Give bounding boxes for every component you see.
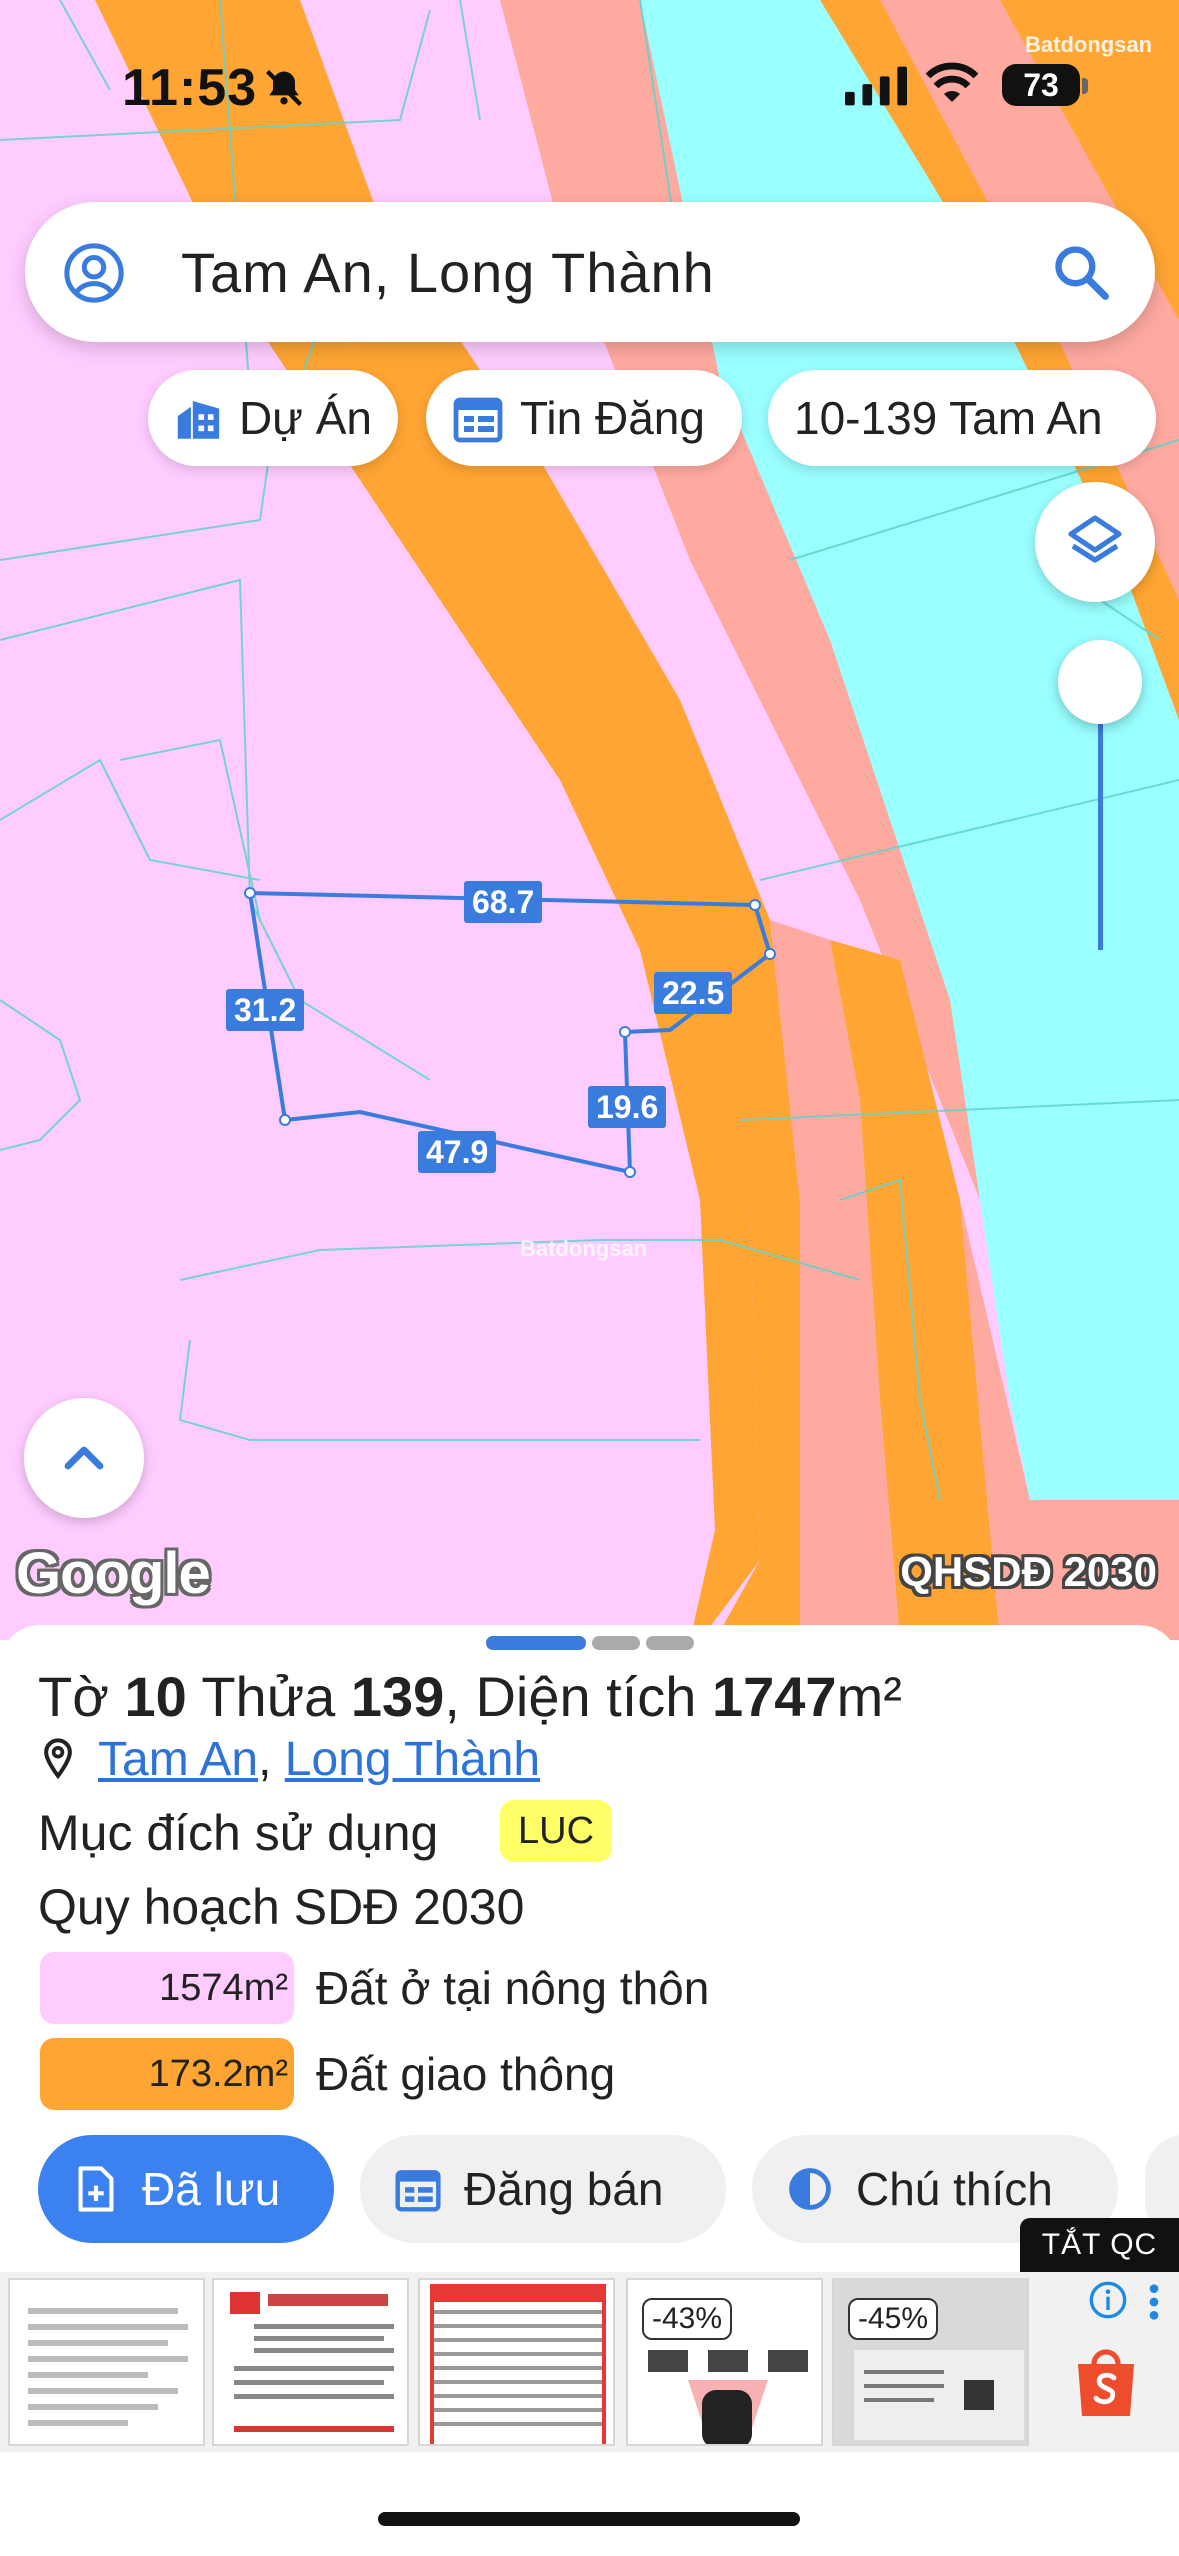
plan-title: Quy hoạch SDĐ 2030 bbox=[38, 1879, 525, 1935]
pager-dot[interactable] bbox=[592, 1636, 640, 1650]
map-view[interactable]: 68.7 22.5 31.2 19.6 47.9 Batdongsan 11:5… bbox=[0, 0, 1179, 1640]
post-label: Đăng bán bbox=[464, 2163, 664, 2215]
purpose-label: Mục đích sử dụng bbox=[38, 1805, 439, 1861]
edge-length-label: 68.7 bbox=[464, 881, 543, 923]
location-separator: , bbox=[258, 1733, 272, 1786]
saved-label: Đã lưu bbox=[142, 2163, 281, 2215]
chip-projects[interactable]: Dự Án bbox=[148, 370, 398, 466]
contrast-icon bbox=[789, 2168, 831, 2210]
land-use-area: 173.2m² bbox=[40, 2038, 294, 2110]
cell-signal-icon bbox=[845, 66, 907, 106]
battery-cap bbox=[1082, 78, 1088, 94]
discount-badge: -43% bbox=[642, 2298, 733, 2340]
area-prefix: , Diện tích bbox=[444, 1665, 697, 1728]
building-icon bbox=[177, 401, 220, 439]
chip-label: 10-139 Tam An bbox=[794, 392, 1103, 444]
ad-image bbox=[230, 2292, 394, 2432]
layers-button[interactable] bbox=[1035, 482, 1155, 602]
ad-image bbox=[28, 2308, 188, 2426]
land-use-area: 1574m² bbox=[40, 1952, 294, 2024]
pager-dot-active[interactable] bbox=[486, 1636, 586, 1650]
land-use-name: Đất ở tại nông thôn bbox=[316, 1962, 710, 2014]
land-use-name: Đất giao thông bbox=[316, 2048, 616, 2100]
wifi-icon bbox=[925, 62, 979, 102]
purpose-code-badge: LUC bbox=[500, 1800, 613, 1862]
home-indicator[interactable] bbox=[378, 2512, 800, 2526]
calendar-list-icon bbox=[395, 2170, 441, 2212]
hide-ads-button[interactable]: TẮT QC bbox=[1020, 2218, 1179, 2272]
discount-badge: -45% bbox=[848, 2298, 939, 2340]
parcel-location: Tam An, Long Thành bbox=[38, 1732, 540, 1787]
layers-icon bbox=[1068, 515, 1122, 563]
ad-menu-icon[interactable] bbox=[1144, 2282, 1164, 2322]
search-bar[interactable]: Tam An, Long Thành bbox=[25, 202, 1155, 342]
status-bar: 11:53 73 Batdongsan bbox=[0, 0, 1179, 170]
sheet-prefix: Tờ bbox=[38, 1665, 109, 1728]
calendar-list-icon bbox=[453, 397, 503, 443]
search-input[interactable]: Tam An, Long Thành bbox=[181, 240, 715, 305]
edge-length-label: 19.6 bbox=[588, 1086, 667, 1128]
watermark: Batdongsan bbox=[1025, 32, 1153, 57]
ad-card[interactable] bbox=[8, 2278, 205, 2446]
map-watermark: Batdongsan bbox=[520, 1236, 648, 1261]
edge-length-label: 22.5 bbox=[654, 972, 733, 1014]
ad-banner[interactable]: -43% -45% bbox=[0, 2272, 1179, 2452]
battery-level: 73 bbox=[1002, 64, 1080, 106]
chip-listings[interactable]: Tin Đăng bbox=[426, 370, 742, 466]
expand-up-button[interactable] bbox=[24, 1398, 144, 1518]
ad-image bbox=[430, 2284, 606, 2444]
sheet-pager[interactable] bbox=[0, 1636, 1179, 1650]
plot-prefix: Thửa bbox=[201, 1665, 336, 1728]
document-add-icon bbox=[78, 2166, 114, 2212]
plot-number: 139 bbox=[350, 1665, 445, 1728]
saved-button[interactable]: Đã lưu bbox=[38, 2135, 334, 2243]
ad-card[interactable]: -45% bbox=[832, 2278, 1029, 2446]
ad-card[interactable] bbox=[418, 2278, 615, 2446]
edge-length-label: 47.9 bbox=[418, 1131, 497, 1173]
edge-length-label: 31.2 bbox=[226, 989, 305, 1031]
sheet-number: 10 bbox=[124, 1665, 187, 1728]
district-link[interactable]: Long Thành bbox=[285, 1733, 540, 1786]
chip-label: Tin Đăng bbox=[520, 392, 705, 444]
opacity-slider-thumb[interactable] bbox=[1058, 640, 1142, 724]
parcel-title: Tờ 10 Thửa 139, Diện tích 1747m² bbox=[38, 1664, 902, 1729]
pager-dot[interactable] bbox=[646, 1636, 694, 1650]
land-use-row: 1574m² Đất ở tại nông thôn bbox=[40, 1952, 709, 2024]
ad-card[interactable]: -43% bbox=[626, 2278, 823, 2446]
chip-label: Dự Án bbox=[238, 392, 372, 444]
post-for-sale-button[interactable]: Đăng bán bbox=[360, 2135, 726, 2243]
ad-card[interactable] bbox=[212, 2278, 409, 2446]
legend-label: Chú thích bbox=[856, 2163, 1053, 2215]
user-profile-icon[interactable] bbox=[63, 242, 125, 304]
area-value: 1747 bbox=[712, 1665, 837, 1728]
commune-link[interactable]: Tam An bbox=[98, 1733, 258, 1786]
map-layer-label: QHSDĐ 2030 bbox=[900, 1548, 1157, 1595]
bell-muted-icon bbox=[265, 69, 303, 107]
area-unit: m² bbox=[836, 1665, 902, 1728]
shopee-bag-icon[interactable] bbox=[1072, 2344, 1140, 2420]
google-logo: Google bbox=[16, 1541, 211, 1606]
chip-parcel[interactable]: 10-139 Tam An bbox=[768, 370, 1156, 466]
location-pin-icon bbox=[44, 1738, 72, 1780]
search-icon[interactable] bbox=[1051, 242, 1111, 302]
chevron-up-icon bbox=[64, 1446, 104, 1470]
land-use-row: 173.2m² Đất giao thông bbox=[40, 2038, 615, 2110]
clock: 11:53 bbox=[122, 59, 258, 117]
ad-info-icon[interactable] bbox=[1088, 2280, 1128, 2320]
